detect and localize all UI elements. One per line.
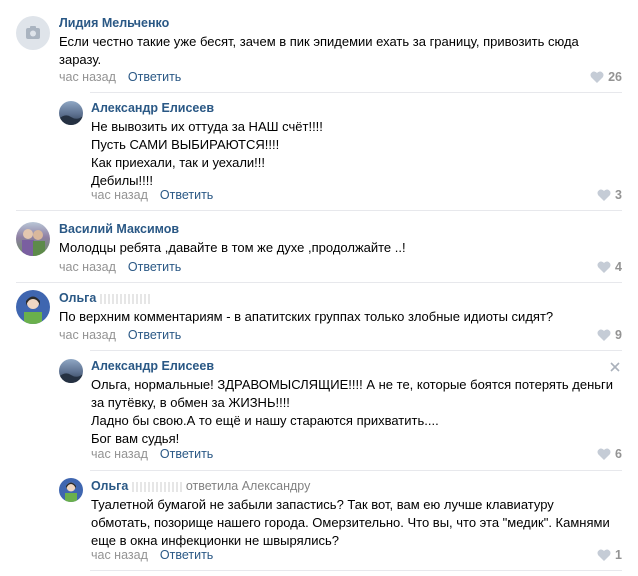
avatar-image-icon xyxy=(59,373,83,383)
heart-icon xyxy=(597,261,611,273)
avatar-image-icon xyxy=(22,229,45,256)
avatar-image-icon xyxy=(24,296,42,324)
comment-meta: час назад Ответить xyxy=(59,260,181,274)
comment-text: Не вывозить их оттуда за НАШ счёт!!!! Пу… xyxy=(91,119,323,188)
like-button[interactable]: 6 xyxy=(597,447,622,461)
comment-author[interactable]: Ольга xyxy=(59,291,151,305)
comment-author[interactable]: Александр Елисеев xyxy=(91,101,214,115)
avatar[interactable] xyxy=(16,290,50,324)
like-count: 4 xyxy=(615,260,622,274)
reply-button[interactable]: Ответить xyxy=(160,188,213,202)
separator xyxy=(90,470,622,471)
comment-author[interactable]: Лидия Мельченко xyxy=(59,16,169,30)
close-icon[interactable] xyxy=(610,362,620,372)
hidden-surname xyxy=(100,293,151,304)
heart-icon xyxy=(597,329,611,341)
like-button[interactable]: 3 xyxy=(597,188,622,202)
comment-text: Молодцы ребята ,давайте в том же духе ,п… xyxy=(59,240,406,255)
comment-author[interactable]: Василий Максимов xyxy=(59,222,179,236)
heart-icon xyxy=(597,189,611,201)
separator xyxy=(90,350,622,351)
like-count: 6 xyxy=(615,447,622,461)
avatar[interactable] xyxy=(59,478,83,502)
avatar[interactable] xyxy=(59,359,83,383)
like-count: 9 xyxy=(615,328,622,342)
heart-icon xyxy=(590,71,604,83)
camera-icon xyxy=(26,26,40,39)
reply-button[interactable]: Ответить xyxy=(160,548,213,562)
comment-time: час назад xyxy=(59,328,116,342)
like-button[interactable]: 4 xyxy=(597,260,622,274)
like-button[interactable]: 1 xyxy=(597,548,622,562)
comment-time: час назад xyxy=(91,548,148,562)
like-button[interactable]: 9 xyxy=(597,328,622,342)
author-name[interactable]: Ольга xyxy=(59,291,96,305)
comment-meta: час назад Ответить xyxy=(59,70,181,84)
comment-time: час назад xyxy=(59,70,116,84)
like-button[interactable]: 26 xyxy=(590,70,622,84)
reply-button[interactable]: Ответить xyxy=(160,447,213,461)
comment-meta: час назад Ответить xyxy=(91,548,213,562)
reply-to-label[interactable]: ответила Александру xyxy=(186,479,311,493)
separator xyxy=(90,92,622,93)
hidden-surname xyxy=(132,481,183,492)
avatar-image-icon xyxy=(59,115,83,125)
reply-button[interactable]: Ответить xyxy=(128,328,181,342)
like-count: 3 xyxy=(615,188,622,202)
avatar[interactable] xyxy=(16,16,50,50)
comment-author[interactable]: Ольга ответила Александру xyxy=(91,479,310,493)
comment-text: Ольга, нормальные! ЗДРАВОМЫСЛЯЩИЕ!!!! А … xyxy=(91,377,614,446)
comment-time: час назад xyxy=(91,188,148,202)
reply-button[interactable]: Ответить xyxy=(128,260,181,274)
reply-button[interactable]: Ответить xyxy=(128,70,181,84)
heart-icon xyxy=(597,448,611,460)
heart-icon xyxy=(597,549,611,561)
comment-time: час назад xyxy=(91,447,148,461)
comment-meta: час назад Ответить xyxy=(59,328,181,342)
separator xyxy=(16,282,622,283)
avatar[interactable] xyxy=(16,222,50,256)
separator xyxy=(90,570,622,571)
like-count: 26 xyxy=(608,70,622,84)
comment-meta: час назад Ответить xyxy=(91,447,213,461)
comment-text: По верхним комментариям - в апатитских г… xyxy=(59,309,554,324)
comment-meta: час назад Ответить xyxy=(91,188,213,202)
avatar[interactable] xyxy=(59,101,83,125)
like-count: 1 xyxy=(615,548,622,562)
author-name[interactable]: Ольга xyxy=(91,479,128,493)
comment-text: Если честно такие уже бесят, зачем в пик… xyxy=(59,34,579,67)
comment-author[interactable]: Александр Елисеев xyxy=(91,359,214,373)
comment-text: Туалетной бумагой не забыли запастись? Т… xyxy=(91,497,610,548)
separator xyxy=(16,210,622,211)
comment-time: час назад xyxy=(59,260,116,274)
avatar-image-icon xyxy=(65,482,77,502)
